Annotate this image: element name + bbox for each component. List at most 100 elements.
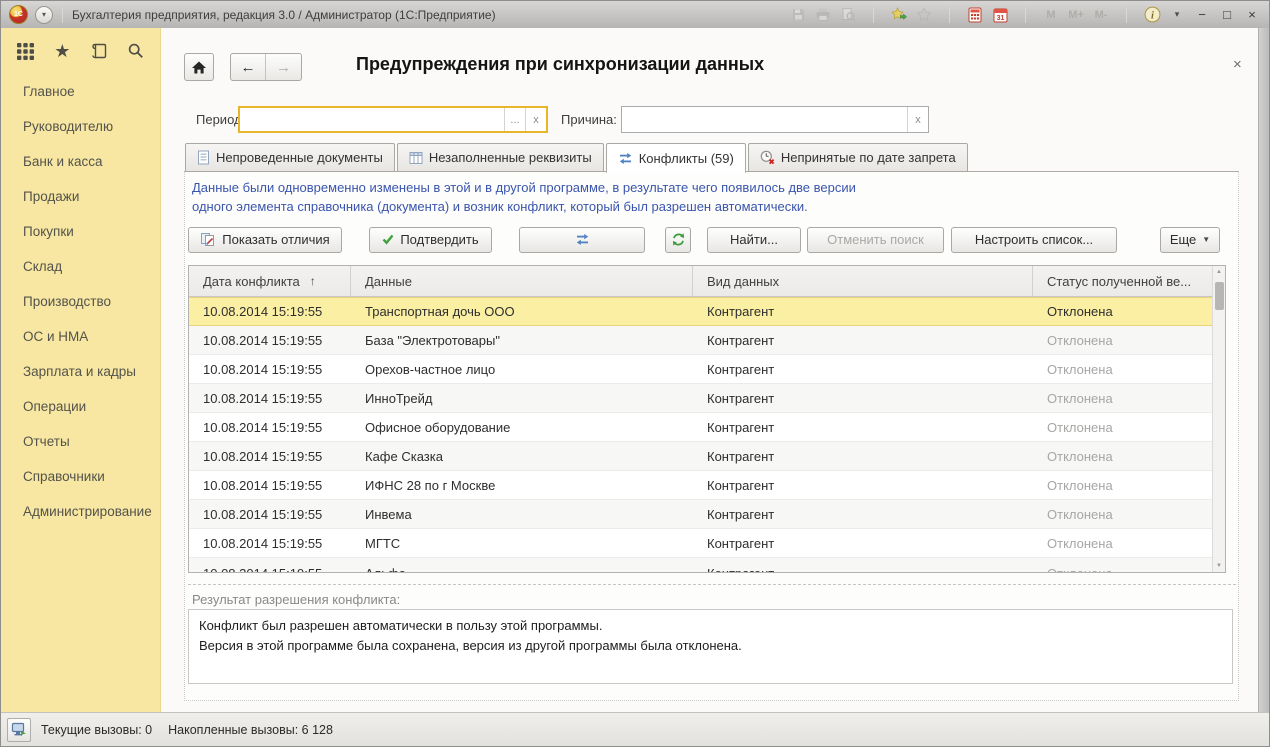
- info-caret-icon[interactable]: ▾: [1168, 6, 1186, 24]
- main-menu-button[interactable]: ▾: [35, 6, 53, 24]
- sidebar-item[interactable]: Руководителю: [1, 109, 160, 144]
- sidebar-item[interactable]: ОС и НМА: [1, 319, 160, 354]
- sidebar-item[interactable]: Главное: [1, 74, 160, 109]
- calendar-icon[interactable]: 31: [991, 6, 1009, 24]
- dashed-separator: [188, 584, 1236, 585]
- table-row[interactable]: 10.08.2014 15:19:55 Альфа Контрагент Отк…: [189, 558, 1212, 573]
- cell-status: Отклонена: [1033, 355, 1212, 383]
- table-row[interactable]: 10.08.2014 15:19:55 Орехов-частное лицо …: [189, 355, 1212, 384]
- find-button[interactable]: Найти...: [707, 227, 801, 253]
- info-icon[interactable]: i: [1143, 6, 1161, 24]
- column-header-conflict-date[interactable]: Дата конфликта ↑: [189, 266, 351, 296]
- back-button[interactable]: ←: [231, 54, 266, 80]
- history-icon[interactable]: [90, 42, 108, 60]
- column-header-status[interactable]: Статус полученной ве...: [1033, 266, 1212, 296]
- tab-rejected-by-date[interactable]: Непринятые по дате запрета: [748, 143, 968, 172]
- button-label: Найти...: [730, 232, 778, 247]
- favorites-icon[interactable]: [915, 6, 933, 24]
- memory-m-icon[interactable]: M: [1042, 6, 1060, 24]
- close-form-icon[interactable]: ×: [1233, 56, 1242, 73]
- clock-blocked-icon: [760, 150, 775, 165]
- titlebar-separator: [873, 7, 874, 23]
- cell-status: Отклонена: [1033, 442, 1212, 470]
- cell-status: Отклонена: [1033, 500, 1212, 528]
- sidebar-item[interactable]: Администрирование: [1, 494, 160, 529]
- minimize-button[interactable]: −: [1193, 7, 1211, 22]
- sidebar-item[interactable]: Покупки: [1, 214, 160, 249]
- table-row[interactable]: 10.08.2014 15:19:55 Кафе Сказка Контраге…: [189, 442, 1212, 471]
- sidebar-item[interactable]: Склад: [1, 249, 160, 284]
- period-clear-button[interactable]: x: [525, 108, 546, 131]
- sections-menu-icon[interactable]: [16, 42, 35, 61]
- table-row[interactable]: 10.08.2014 15:19:55 База "Электротовары"…: [189, 326, 1212, 355]
- reason-clear-button[interactable]: x: [907, 107, 928, 132]
- period-choose-button[interactable]: ...: [504, 108, 525, 131]
- confirm-button[interactable]: Подтвердить: [369, 227, 492, 253]
- table-row[interactable]: 10.08.2014 15:19:55 Транспортная дочь ОО…: [189, 297, 1212, 326]
- favorites-star-icon[interactable]: ★: [54, 42, 70, 60]
- scroll-up-icon[interactable]: ▲: [1213, 269, 1225, 275]
- more-button[interactable]: Еще ▼: [1160, 227, 1220, 253]
- add-favorite-icon[interactable]: [890, 6, 908, 24]
- configure-list-button[interactable]: Настроить список...: [951, 227, 1117, 253]
- titlebar-separator: [1126, 7, 1127, 23]
- tab-unfilled-attributes[interactable]: Незаполненные реквизиты: [397, 143, 604, 172]
- table-row[interactable]: 10.08.2014 15:19:55 ИФНС 28 по г Москве …: [189, 471, 1212, 500]
- table-grid-icon: [409, 151, 423, 165]
- maximize-button[interactable]: □: [1218, 7, 1236, 22]
- cancel-search-button[interactable]: Отменить поиск: [807, 227, 944, 253]
- print-icon[interactable]: [814, 6, 832, 24]
- cell-conflict-date: 10.08.2014 15:19:55: [189, 558, 351, 572]
- column-label: Дата конфликта: [203, 274, 300, 289]
- sidebar-item[interactable]: Зарплата и кадры: [1, 354, 160, 389]
- table-body: 10.08.2014 15:19:55 Транспортная дочь ОО…: [189, 297, 1212, 573]
- table-row[interactable]: 10.08.2014 15:19:55 Офисное оборудование…: [189, 413, 1212, 442]
- table-row[interactable]: 10.08.2014 15:19:55 МГТС Контрагент Откл…: [189, 529, 1212, 558]
- sidebar-item-label: Руководителю: [23, 119, 113, 134]
- table-row[interactable]: 10.08.2014 15:19:55 ИнноТрейд Контрагент…: [189, 384, 1212, 413]
- window-scrollbar[interactable]: [1258, 28, 1269, 712]
- calculator-icon[interactable]: [966, 6, 984, 24]
- sidebar-item-label: Операции: [23, 399, 86, 414]
- table-row[interactable]: 10.08.2014 15:19:55 Инвема Контрагент От…: [189, 500, 1212, 529]
- sidebar-item[interactable]: Справочники: [1, 459, 160, 494]
- scrollbar-thumb[interactable]: [1215, 282, 1224, 310]
- sidebar-item[interactable]: Производство: [1, 284, 160, 319]
- refresh-button[interactable]: [665, 227, 691, 253]
- cell-conflict-date: 10.08.2014 15:19:55: [189, 384, 351, 412]
- forward-button[interactable]: →: [266, 54, 301, 80]
- reason-input[interactable]: [622, 107, 907, 132]
- button-label: Настроить список...: [975, 232, 1093, 247]
- tab-conflicts[interactable]: Конфликты (59): [606, 143, 746, 173]
- check-icon: [382, 234, 394, 245]
- cell-status: Отклонена: [1033, 384, 1212, 412]
- memory-mplus-icon[interactable]: M+: [1067, 6, 1085, 24]
- cell-data-kind: Контрагент: [693, 413, 1033, 441]
- home-button[interactable]: [184, 53, 214, 81]
- column-header-data[interactable]: Данные: [351, 266, 693, 296]
- memory-mminus-icon[interactable]: M-: [1092, 6, 1110, 24]
- sidebar-item[interactable]: Банк и касса: [1, 144, 160, 179]
- column-header-data-kind[interactable]: Вид данных: [693, 266, 1033, 296]
- server-calls-button[interactable]: [7, 718, 31, 742]
- print-preview-icon[interactable]: [839, 6, 857, 24]
- cell-data-kind: Контрагент: [693, 529, 1033, 557]
- search-icon[interactable]: [127, 42, 145, 60]
- review-button[interactable]: [519, 227, 645, 253]
- sync-conflict-icon: [618, 152, 633, 165]
- cell-data: Офисное оборудование: [351, 413, 693, 441]
- save-icon[interactable]: [789, 6, 807, 24]
- scroll-down-icon[interactable]: ▼: [1213, 563, 1225, 569]
- tab-unposted-documents[interactable]: Непроведенные документы: [185, 143, 395, 172]
- table-scrollbar[interactable]: ▲ ▼: [1212, 266, 1225, 572]
- conflicts-panel: Данные были одновременно изменены в этой…: [184, 171, 1239, 701]
- home-icon: [191, 60, 207, 75]
- close-window-button[interactable]: ×: [1243, 7, 1261, 22]
- cell-status: Отклонена: [1033, 471, 1212, 499]
- show-differences-button[interactable]: Показать отличия: [188, 227, 342, 253]
- period-input[interactable]: [240, 108, 504, 131]
- sidebar-item[interactable]: Отчеты: [1, 424, 160, 459]
- sidebar-item[interactable]: Продажи: [1, 179, 160, 214]
- sidebar-item[interactable]: Операции: [1, 389, 160, 424]
- resolution-result-text: Конфликт был разрешен автоматически в по…: [188, 609, 1233, 684]
